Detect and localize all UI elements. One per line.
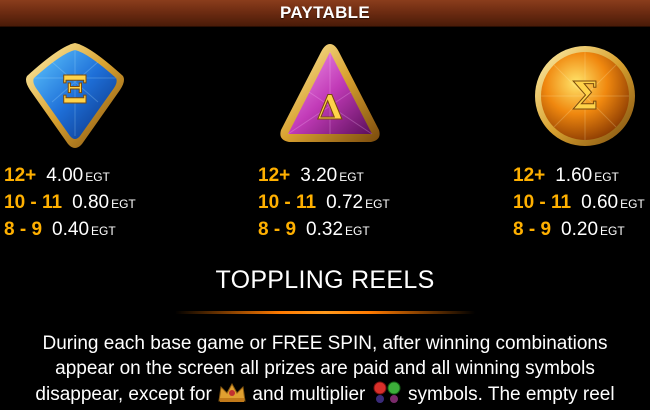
pay-row: 8 - 9 0.20 EGT [513,219,645,246]
pay-row: 12+ 1.60 EGT [513,165,645,192]
pay-row: 12+ 4.00 EGT [4,165,136,192]
pay-unit: EGT [91,224,116,238]
sigma-paytable: 12+ 1.60 EGT 10 - 11 0.60 EGT 8 - 9 0.20… [513,165,645,246]
pay-row: 10 - 11 0.60 EGT [513,192,645,219]
delta-paytable: 12+ 3.20 EGT 10 - 11 0.72 EGT 8 - 9 0.32… [258,165,390,246]
pay-row: 10 - 11 0.80 EGT [4,192,136,219]
pay-value: 0.32 [306,219,344,240]
section-description: During each base game or FREE SPIN, afte… [0,331,650,410]
pay-value: 0.20 [561,219,599,240]
pay-unit: EGT [365,197,390,211]
pay-row: 8 - 9 0.32 EGT [258,219,390,246]
section-divider [175,311,475,314]
pay-range: 8 - 9 [4,219,43,240]
section-title: TOPPLING REELS [215,266,435,294]
pay-range: 8 - 9 [258,219,297,240]
pay-unit: EGT [345,224,370,238]
description-text: disappear, except for [35,384,212,405]
svg-text:Δ: Δ [317,88,343,128]
description-line: disappear, except for and multiplier sym… [0,381,650,410]
xi-paytable: 12+ 4.00 EGT 10 - 11 0.80 EGT 8 - 9 0.40… [4,165,136,246]
paytable-header: PAYTABLE [0,0,650,27]
pay-unit: EGT [594,170,619,184]
description-text: and multiplier [252,384,366,405]
svg-text:Ξ: Ξ [62,67,89,112]
scatter-crown-icon [217,381,247,410]
pay-value: 3.20 [300,165,338,186]
pay-value: 0.80 [72,192,110,213]
pay-unit: EGT [600,224,625,238]
delta-gem-icon: Δ [275,40,385,152]
pay-unit: EGT [85,170,110,184]
description-text: symbols. The empty reel [407,384,615,405]
description-line: During each base game or FREE SPIN, afte… [42,333,608,354]
pay-range: 10 - 11 [4,192,63,213]
pay-value: 4.00 [46,165,84,186]
pay-unit: EGT [339,170,364,184]
pay-unit: EGT [620,197,645,211]
pay-range: 10 - 11 [258,192,317,213]
pay-range: 10 - 11 [513,192,572,213]
pay-value: 0.40 [52,219,90,240]
xi-gem-icon: Ξ [20,40,130,152]
pay-range: 12+ [513,165,546,186]
sigma-gem-icon: Σ [530,40,640,152]
svg-text:Σ: Σ [572,73,599,118]
pay-row: 8 - 9 0.40 EGT [4,219,136,246]
pay-row: 12+ 3.20 EGT [258,165,390,192]
pay-range: 12+ [4,165,37,186]
pay-range: 8 - 9 [513,219,552,240]
pay-value: 0.72 [326,192,364,213]
pay-value: 0.60 [581,192,619,213]
multiplier-gems-icon [371,381,403,410]
description-line: appear on the screen all prizes are paid… [55,358,595,379]
paytable-title: PAYTABLE [280,3,370,22]
pay-row: 10 - 11 0.72 EGT [258,192,390,219]
pay-value: 1.60 [555,165,593,186]
pay-unit: EGT [111,197,136,211]
pay-range: 12+ [258,165,291,186]
